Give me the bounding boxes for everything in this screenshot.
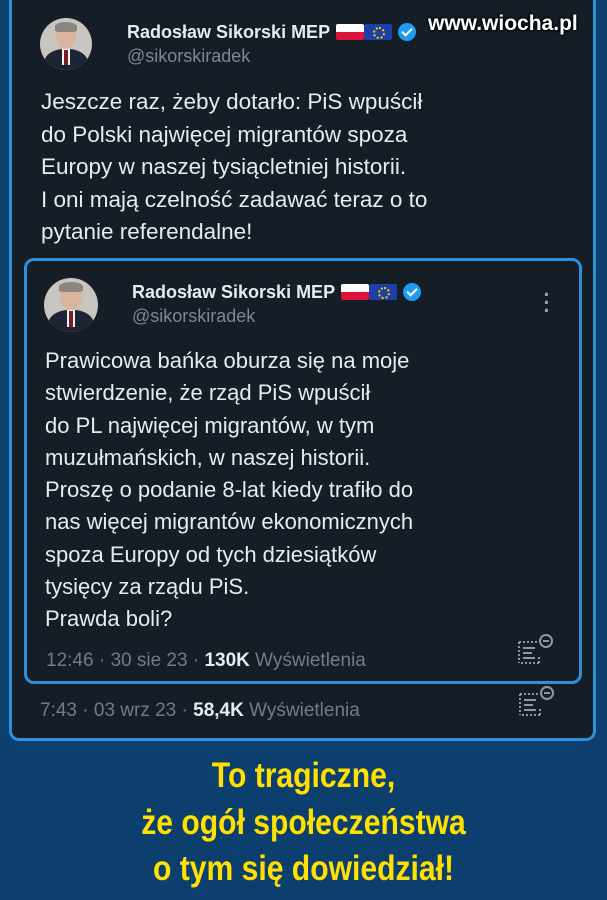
view-stats-icon[interactable]	[515, 633, 557, 667]
poland-flag-icon	[341, 284, 370, 300]
quoted-author-handle[interactable]: @sikorskiradek	[132, 306, 255, 327]
quoted-author-name-row[interactable]: Radosław Sikorski MEP	[132, 282, 422, 303]
outer-tweet-time[interactable]: 7:43	[40, 700, 77, 721]
more-options-icon[interactable]: · · ·	[542, 284, 552, 322]
eu-flag-icon	[364, 24, 393, 40]
outer-author-name[interactable]: Radosław Sikorski MEP	[127, 22, 330, 42]
view-stats-icon[interactable]	[516, 685, 558, 719]
outer-tweet-text: Jeszcze raz, żeby dotarło: PiS wpuścił d…	[41, 89, 428, 244]
quoted-tweet-time[interactable]: 12:46	[46, 650, 94, 671]
quoted-tweet-meta: 12:46 · 30 sie 23 · 130K Wyświetlenia	[46, 650, 366, 671]
quoted-tweet-text: Prawicowa bańka oburza się na moje stwie…	[45, 348, 414, 632]
outer-author-avatar[interactable]	[40, 18, 92, 70]
caption-line-1: To tragiczne,	[211, 756, 396, 795]
quoted-tweet-card[interactable]: Radosław Sikorski MEP @sikorskiradek · · ·…	[24, 258, 582, 684]
poland-flag-icon	[336, 24, 365, 40]
caption-line-2: że ogół społeczeństwa	[141, 803, 466, 842]
quoted-author-name[interactable]: Radosław Sikorski MEP	[132, 282, 335, 302]
outer-tweet-card[interactable]: Radosław Sikorski MEP @sikorskiradek Jes…	[9, 0, 596, 741]
outer-views-count: 58,4K	[193, 700, 244, 721]
quoted-tweet-date[interactable]: 30 sie 23	[110, 650, 187, 671]
quoted-views-label: Wyświetlenia	[255, 650, 366, 671]
eu-flag-icon	[369, 284, 398, 300]
quoted-views-count: 130K	[204, 650, 250, 671]
verified-badge-icon	[398, 23, 417, 41]
quoted-author-avatar[interactable]	[44, 278, 98, 332]
verified-badge-icon	[403, 283, 422, 301]
outer-author-name-row[interactable]: Radosław Sikorski MEP	[127, 22, 417, 43]
outer-tweet-date[interactable]: 03 wrz 23	[94, 700, 176, 721]
watermark: www.wiocha.pl	[428, 12, 578, 35]
outer-author-handle[interactable]: @sikorskiradek	[127, 46, 250, 67]
outer-tweet-meta: 7:43 · 03 wrz 23 · 58,4K Wyświetlenia	[40, 700, 360, 721]
outer-views-label: Wyświetlenia	[249, 700, 360, 721]
caption-line-3: o tym się dowiedział!	[152, 849, 455, 888]
